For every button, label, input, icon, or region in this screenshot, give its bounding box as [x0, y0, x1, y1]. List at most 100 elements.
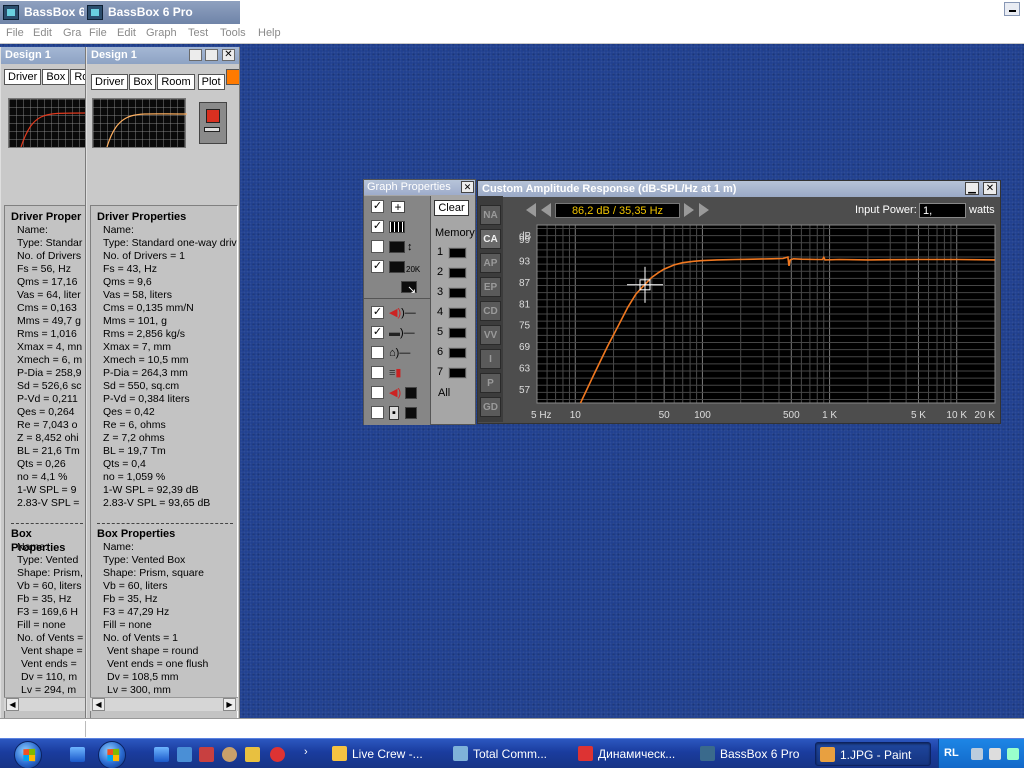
close-button[interactable]: ✕ [461, 181, 474, 193]
option-checkbox[interactable] [371, 406, 384, 419]
menu-test[interactable]: Test [188, 27, 208, 39]
memory-slot-button[interactable] [448, 247, 467, 259]
amplifier-icon[interactable]: ≡▮ [389, 365, 417, 381]
app-title-bassbox6pro[interactable]: BassBox 6 Pro [84, 1, 240, 24]
minimize-button[interactable] [1004, 2, 1020, 16]
option-checkbox[interactable] [371, 346, 384, 359]
taskbar-item[interactable]: BassBox 6 Pro [696, 742, 810, 766]
start-button-secondary[interactable] [98, 741, 126, 768]
mini-response-graph[interactable] [8, 98, 85, 148]
room-icon[interactable]: ⌂)— [389, 345, 417, 361]
graph-tab-i[interactable]: I [480, 349, 501, 369]
menu-file[interactable]: File [6, 27, 24, 39]
save-icon[interactable] [189, 49, 202, 61]
ie-icon[interactable] [154, 747, 169, 762]
horizontal-scrollbar[interactable]: ◀ [4, 697, 85, 711]
option-checkbox[interactable] [371, 240, 384, 253]
volume-icon[interactable] [989, 748, 1001, 760]
speaker-icon[interactable]: ◀))— [389, 305, 417, 321]
option-checkbox[interactable]: ✓ [371, 326, 384, 339]
memory-slot-button[interactable] [448, 267, 467, 279]
menu-graph[interactable]: Graph [146, 27, 177, 39]
winamp-quicklaunch-icon[interactable] [245, 747, 260, 762]
language-indicator[interactable]: RL [944, 747, 959, 759]
mini-response-graph[interactable] [92, 98, 187, 148]
menu-edit[interactable]: Edit [117, 27, 136, 39]
taskbar-item[interactable]: Динамическ... [574, 742, 692, 766]
input-power-field[interactable] [919, 203, 966, 218]
option-checkbox[interactable]: ✓ [371, 260, 384, 273]
taskbar-item[interactable]: Live Crew -... [328, 742, 444, 766]
panel-title[interactable]: Design 1 [1, 47, 85, 64]
graph-tab-gd[interactable]: GD [480, 397, 501, 417]
scroll-left-icon[interactable]: ◀ [6, 698, 19, 711]
close-button[interactable]: ✕ [983, 182, 997, 195]
crosshair-icon[interactable]: + [389, 199, 417, 215]
scroll-left-icon[interactable] [526, 203, 536, 217]
graph-tab-cd[interactable]: CD [480, 301, 501, 321]
menu-tools[interactable]: Tools [220, 27, 246, 39]
quicklaunch-more-icon[interactable]: › [304, 746, 308, 758]
start-button[interactable] [14, 741, 42, 768]
network-icon[interactable] [971, 748, 983, 760]
option-checkbox[interactable]: ✓ [371, 220, 384, 233]
memory-slot-button[interactable] [448, 327, 467, 339]
memory-slot-button[interactable] [448, 347, 467, 359]
plot-color-swatch[interactable] [225, 69, 239, 85]
option-checkbox[interactable]: ✓ [371, 306, 384, 319]
graph-tab-na[interactable]: NA [480, 205, 501, 225]
option-checkbox[interactable] [371, 386, 384, 399]
horizontal-scrollbar[interactable]: ◀ ▶ [90, 697, 238, 711]
tray-app-icon[interactable] [1007, 748, 1019, 760]
driver-icon[interactable]: ▬)— [389, 325, 417, 341]
scroll-left-icon[interactable]: ◀ [92, 698, 105, 711]
opera-quicklaunch-icon[interactable] [270, 747, 285, 762]
desktop-icon[interactable] [177, 747, 192, 762]
taskbar-item[interactable]: 1.JPG - Paint [815, 742, 931, 766]
tab-driver[interactable]: Driver [91, 74, 129, 90]
tab-room[interactable]: Room [157, 74, 195, 90]
taskbar-item[interactable]: Total Comm... [449, 742, 569, 766]
amplitude-response-chart[interactable]: dB99938781756963575 Hz 10 50 100 500 1 K5 K 10… [505, 222, 999, 422]
restore-icon[interactable] [205, 49, 218, 61]
tab-box[interactable]: Box [129, 74, 157, 90]
box-eq-icon[interactable]: ▪ [389, 405, 417, 421]
scroll-right-icon[interactable] [699, 203, 709, 217]
menu-file[interactable]: File [89, 27, 107, 39]
memory-slot-button[interactable] [448, 367, 467, 379]
scroll-right-icon[interactable]: ▶ [223, 698, 236, 711]
tab-driver[interactable]: Driver [4, 69, 42, 85]
clear-button[interactable]: Clear [434, 200, 469, 216]
graph-tab-ap[interactable]: AP [480, 253, 501, 273]
scale-vertical-icon[interactable]: ↕ [389, 239, 417, 255]
app-title-bassbox6[interactable]: BassBox 6 [0, 1, 84, 24]
tab-box[interactable]: Box [42, 69, 70, 85]
step-left-icon[interactable] [541, 203, 551, 217]
media-icon[interactable] [199, 747, 214, 762]
memory-all-button[interactable]: All [438, 387, 450, 399]
extend-20k-icon[interactable]: 20K [389, 259, 420, 275]
speaker-preview-icon[interactable] [199, 102, 227, 144]
minimize-button[interactable]: ▁ [965, 182, 979, 195]
option-checkbox[interactable] [371, 366, 384, 379]
close-icon[interactable]: ✕ [222, 49, 235, 61]
menu-edit[interactable]: Edit [33, 27, 52, 39]
graph-tab-ep[interactable]: EP [480, 277, 501, 297]
memory-slot-button[interactable] [448, 287, 467, 299]
graph-tab-vv[interactable]: VV [480, 325, 501, 345]
tab-plot[interactable]: Plot [197, 74, 225, 90]
amplitude-response-title[interactable]: Custom Amplitude Response (dB-SPL/Hz at … [478, 181, 1000, 197]
menu-help[interactable]: Help [258, 27, 281, 39]
step-right-icon[interactable] [684, 203, 694, 217]
tab-room[interactable]: Ro [70, 69, 85, 85]
graph-tab-ca[interactable]: CA [480, 229, 501, 249]
option-checkbox[interactable]: ✓ [371, 200, 384, 213]
menu-graph[interactable]: Gra [63, 27, 83, 39]
grid-icon[interactable] [389, 219, 417, 235]
disc-icon[interactable] [222, 747, 237, 762]
graph-export-icon[interactable]: ↘ [389, 279, 417, 296]
speaker-eq-icon[interactable]: ◀) [389, 385, 417, 401]
graph-properties-title[interactable]: Graph Properties [364, 180, 475, 195]
memory-slot-button[interactable] [448, 307, 467, 319]
ie-quicklaunch-icon[interactable] [70, 747, 85, 762]
